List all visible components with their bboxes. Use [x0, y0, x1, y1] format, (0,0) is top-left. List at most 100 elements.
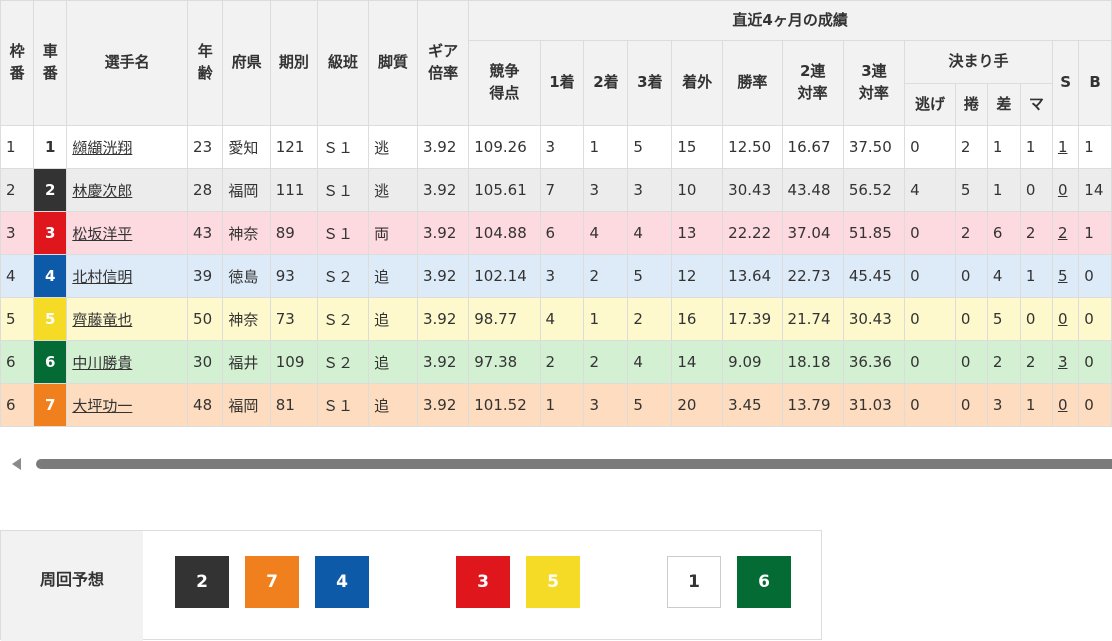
second-cell: 2 — [583, 254, 629, 298]
b-cell: 0 — [1078, 340, 1112, 384]
table-row: 1 1 纐纈洸翔 23 愛知 121 Ｓ１ 逃 3.92 109.26 3 1 5 15 12.50 16.6… — [0, 125, 1112, 169]
car-cell: 3 — [33, 211, 68, 255]
rentai2-cell: 16.67 — [781, 125, 844, 169]
s-count-link[interactable]: 3 — [1058, 353, 1068, 371]
b-cell: 14 — [1078, 168, 1112, 212]
rentai3-cell: 36.36 — [842, 340, 906, 384]
lap-prediction-label: 周回予想 — [1, 531, 143, 641]
rider-name-link[interactable]: 齊藤竜也 — [72, 311, 132, 329]
score-cell: 102.14 — [468, 254, 541, 298]
third-cell: 4 — [627, 211, 673, 255]
third-cell: 2 — [627, 297, 673, 341]
makuri-cell: 2 — [954, 125, 988, 169]
second-cell: 1 — [583, 125, 629, 169]
header-kimarite: 決まり手 — [904, 40, 1053, 84]
style-cell: 追 — [368, 254, 418, 298]
waku-cell: 1 — [0, 125, 35, 169]
header-second: 2着 — [583, 40, 629, 126]
table-row: 2 2 林慶次郎 28 福岡 111 Ｓ１ 逃 3.92 105.61 7 3 3 10 30.43 43.4… — [0, 168, 1112, 212]
winrate-cell: 17.39 — [722, 297, 783, 341]
style-cell: 追 — [368, 340, 418, 384]
third-cell: 5 — [627, 125, 673, 169]
s-count-link[interactable]: 5 — [1058, 267, 1068, 285]
s-cell: 0 — [1051, 383, 1080, 427]
second-cell: 4 — [583, 211, 629, 255]
table-row: 4 4 北村信明 39 徳島 93 Ｓ２ 追 3.92 102.14 3 2 5 12 13.64 22.73… — [0, 254, 1112, 298]
header-first: 1着 — [539, 40, 585, 126]
makuri-cell: 0 — [954, 340, 988, 384]
age-cell: 43 — [187, 211, 224, 255]
rider-name-link[interactable]: 纐纈洸翔 — [72, 139, 132, 157]
header-rentai3: 3連対率 — [842, 40, 906, 126]
header-age: 年齢 — [187, 0, 224, 126]
car-cell: 7 — [33, 383, 68, 427]
out-cell: 14 — [671, 340, 724, 384]
s-cell: 0 — [1051, 168, 1080, 212]
pref-cell: 神奈 — [222, 211, 271, 255]
style-cell: 逃 — [368, 168, 418, 212]
header-out: 着外 — [671, 40, 724, 126]
prediction-chip: 4 — [315, 556, 369, 608]
style-cell: 追 — [368, 297, 418, 341]
rentai3-cell: 37.50 — [842, 125, 906, 169]
s-count-link[interactable]: 2 — [1058, 224, 1068, 242]
car-cell: 5 — [33, 297, 68, 341]
winrate-cell: 13.64 — [722, 254, 783, 298]
score-cell: 105.61 — [468, 168, 541, 212]
second-cell: 2 — [583, 340, 629, 384]
first-cell: 2 — [539, 340, 585, 384]
age-cell: 23 — [187, 125, 224, 169]
gear-cell: 3.92 — [416, 211, 470, 255]
rider-name-link[interactable]: 松坂洋平 — [72, 225, 132, 243]
header-s: S — [1051, 40, 1080, 126]
header-score: 競争得点 — [468, 40, 541, 126]
s-cell: 1 — [1051, 125, 1080, 169]
name-cell: 北村信明 — [66, 254, 189, 298]
b-cell: 1 — [1078, 211, 1112, 255]
term-cell: 93 — [269, 254, 318, 298]
rider-name-link[interactable]: 大坪功一 — [72, 397, 132, 415]
rentai2-cell: 43.48 — [781, 168, 844, 212]
term-cell: 81 — [269, 383, 318, 427]
name-cell: 中川勝貴 — [66, 340, 189, 384]
score-cell: 101.52 — [468, 383, 541, 427]
scrollbar-thumb[interactable] — [36, 459, 1112, 469]
rentai3-cell: 56.52 — [842, 168, 906, 212]
s-count-link[interactable]: 1 — [1058, 138, 1068, 156]
out-cell: 20 — [671, 383, 724, 427]
s-count-link[interactable]: 0 — [1058, 181, 1068, 199]
scroll-left-icon[interactable] — [12, 458, 21, 470]
header-term: 期別 — [269, 0, 318, 126]
header-third: 3着 — [627, 40, 673, 126]
out-cell: 10 — [671, 168, 724, 212]
pref-cell: 愛知 — [222, 125, 271, 169]
s-count-link[interactable]: 0 — [1058, 396, 1068, 414]
gear-cell: 3.92 — [416, 125, 470, 169]
mark-cell: 2 — [1019, 211, 1053, 255]
rider-name-link[interactable]: 北村信明 — [72, 268, 132, 286]
age-cell: 48 — [187, 383, 224, 427]
horizontal-scrollbar[interactable] — [0, 455, 1112, 473]
name-cell: 林慶次郎 — [66, 168, 189, 212]
s-cell: 3 — [1051, 340, 1080, 384]
class-cell: Ｓ１ — [316, 125, 370, 169]
nige-cell: 0 — [904, 211, 956, 255]
rentai2-cell: 22.73 — [781, 254, 844, 298]
header-sha: 車番 — [33, 0, 68, 126]
prediction-chip: 5 — [526, 556, 580, 608]
header-recent: 直近4ヶ月の成績 — [468, 0, 1112, 41]
rider-name-link[interactable]: 中川勝貴 — [72, 354, 132, 372]
term-cell: 89 — [269, 211, 318, 255]
waku-cell: 6 — [0, 340, 35, 384]
mark-cell: 1 — [1019, 254, 1053, 298]
age-cell: 30 — [187, 340, 224, 384]
prediction-chip: 6 — [737, 556, 791, 608]
b-cell: 0 — [1078, 254, 1112, 298]
rider-name-link[interactable]: 林慶次郎 — [72, 182, 132, 200]
class-cell: Ｓ２ — [316, 254, 370, 298]
age-cell: 28 — [187, 168, 224, 212]
s-cell: 5 — [1051, 254, 1080, 298]
third-cell: 4 — [627, 340, 673, 384]
out-cell: 15 — [671, 125, 724, 169]
s-count-link[interactable]: 0 — [1058, 310, 1068, 328]
